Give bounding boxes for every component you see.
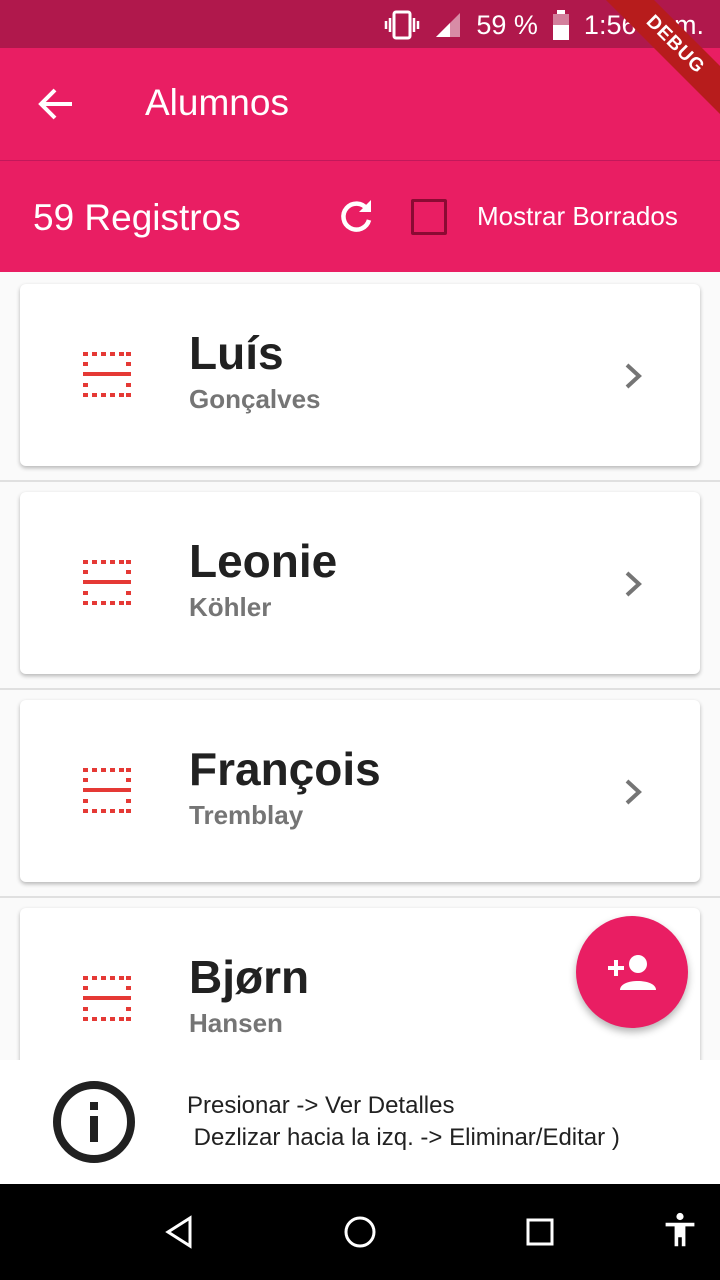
chevron-right-icon (625, 571, 642, 597)
student-avatar-icon (83, 560, 131, 605)
student-first-name: François (189, 743, 381, 795)
list-item[interactable]: François Tremblay (0, 688, 720, 898)
student-first-name: Luís (189, 327, 284, 379)
signal-icon (436, 13, 461, 37)
person-add-icon (608, 955, 656, 990)
show-deleted-label[interactable]: Mostrar Borrados (477, 201, 678, 232)
add-student-button[interactable] (576, 916, 688, 1028)
accessibility-icon[interactable] (662, 1212, 698, 1248)
vibrate-icon (385, 10, 420, 40)
debug-banner-container: DEBUG (560, 0, 720, 160)
battery-percent: 59 % (476, 9, 538, 40)
arrow-left-icon[interactable] (36, 84, 76, 124)
chevron-right-icon (625, 363, 642, 389)
info-icon (53, 1081, 135, 1163)
back-triangle-icon[interactable] (162, 1214, 198, 1250)
chevron-right-icon (625, 779, 642, 805)
show-deleted-checkbox[interactable] (411, 199, 447, 235)
student-avatar-icon (83, 352, 131, 397)
records-toolbar: 59 Registros Mostrar Borrados (0, 161, 720, 272)
info-line-details: Presionar -> Ver Detalles (187, 1092, 455, 1119)
recents-square-icon[interactable] (522, 1214, 558, 1250)
student-last-name: Köhler (189, 592, 272, 622)
records-count: 59 Registros (33, 197, 241, 238)
info-line-swipe: Dezlizar hacia la izq. -> Eliminar/Edita… (187, 1124, 620, 1151)
student-first-name: Bjørn (189, 951, 310, 1003)
student-avatar-icon (83, 976, 131, 1021)
student-card[interactable]: François Tremblay (20, 700, 700, 882)
info-bar: Presionar -> Ver Detalles Dezlizar hacia… (0, 1060, 720, 1184)
student-last-name: Hansen (189, 1008, 283, 1038)
student-avatar-icon (83, 768, 131, 813)
student-last-name: Tremblay (189, 800, 304, 830)
student-card[interactable]: Luís Gonçalves (20, 284, 700, 466)
student-last-name: Gonçalves (189, 384, 321, 414)
list-item[interactable]: Luís Gonçalves (0, 272, 720, 482)
student-first-name: Leonie (189, 535, 338, 587)
list-item[interactable]: Leonie Köhler (0, 480, 720, 690)
system-navigation-bar (0, 1184, 720, 1280)
page-title: Alumnos (145, 82, 289, 123)
student-card[interactable]: Leonie Köhler (20, 492, 700, 674)
debug-banner: DEBUG (595, 0, 720, 125)
home-circle-icon[interactable] (342, 1214, 378, 1250)
refresh-icon[interactable] (336, 196, 376, 236)
